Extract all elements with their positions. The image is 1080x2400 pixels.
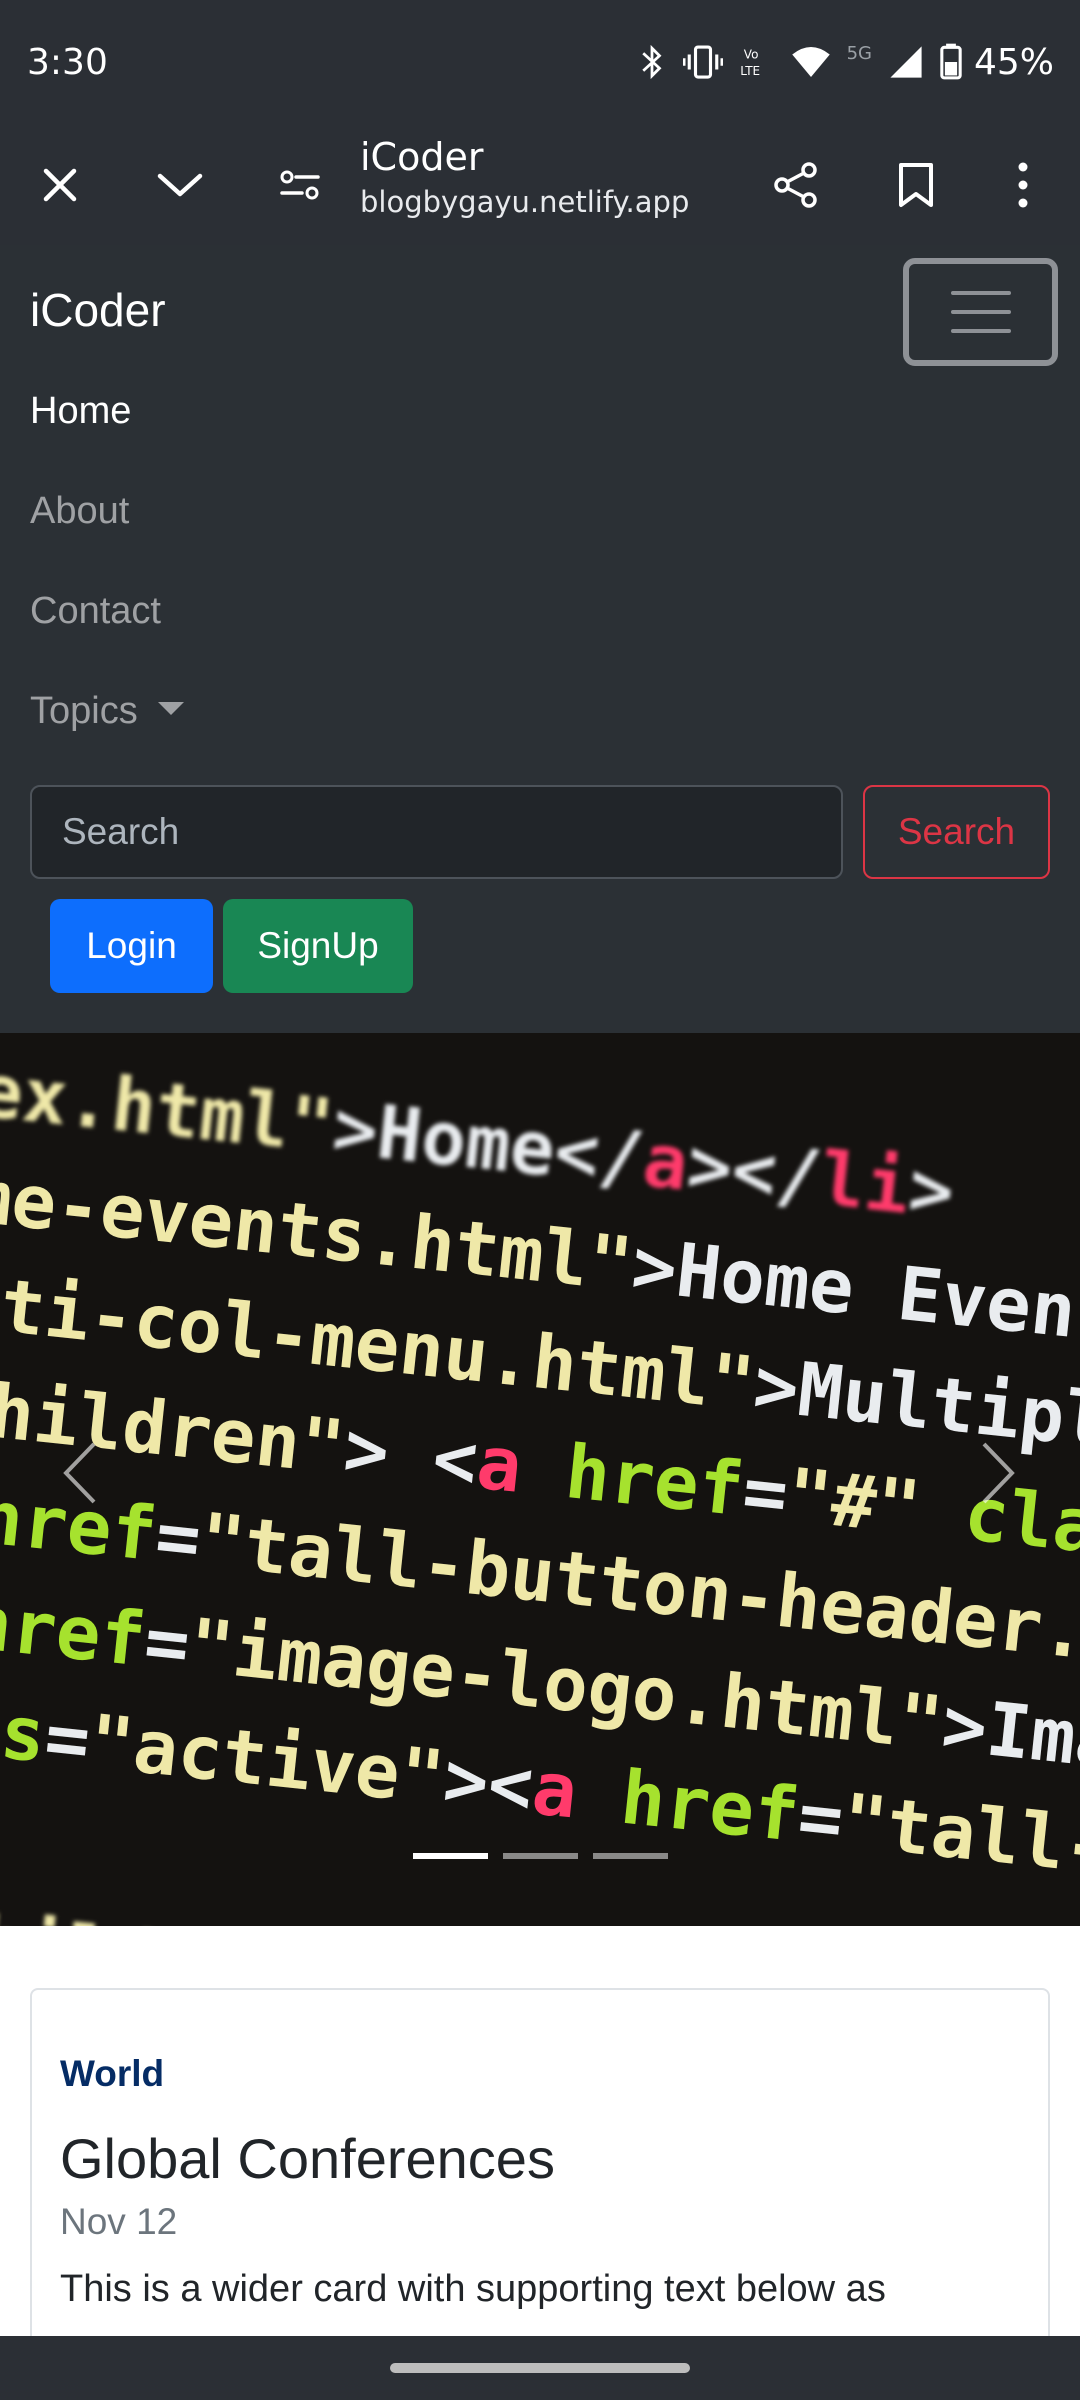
more-vert-icon <box>1018 162 1028 208</box>
nav-link-home[interactable]: Home <box>30 390 131 433</box>
bookmark-icon <box>899 163 933 207</box>
volte-icon: Vo LTE <box>740 47 760 78</box>
site-settings-icon <box>280 170 320 200</box>
navbar-toggler-button[interactable] <box>903 258 1058 366</box>
nav-dropdown-topics[interactable]: Topics <box>30 690 184 733</box>
chevron-right-icon <box>982 1442 1015 1504</box>
browser-toolbar: iCoder blogbygayu.netlify.app <box>0 125 1080 245</box>
navbar-brand[interactable]: iCoder <box>30 283 166 337</box>
signup-button[interactable]: SignUp <box>223 899 413 993</box>
network-type-label: 5G <box>846 42 872 64</box>
status-bar: 3:30 Vo LTE 5G 45% <box>0 0 1080 125</box>
nav-link-contact[interactable]: Contact <box>30 590 161 633</box>
navigation-bar <box>0 2336 1080 2400</box>
close-tab-button[interactable] <box>24 149 96 221</box>
code-screenshot-image: dex.html">Home</a></li> ome-events.html">… <box>0 1033 1080 1926</box>
search-button[interactable]: Search <box>863 785 1050 879</box>
vibrate-icon <box>682 45 723 79</box>
search-input[interactable] <box>30 785 843 879</box>
chevron-left-icon <box>63 1442 96 1504</box>
chevron-down-icon <box>157 173 203 197</box>
caret-down-icon <box>157 702 184 716</box>
status-icons: Vo LTE 5G 45% <box>637 40 1054 84</box>
share-icon <box>774 162 817 208</box>
carousel-prev-button[interactable] <box>40 1433 120 1513</box>
battery-icon <box>940 43 962 80</box>
wifi-icon <box>791 47 830 77</box>
signal-icon <box>890 46 922 78</box>
nav-link-about[interactable]: About <box>30 490 129 533</box>
nav-dropdown-label: Topics <box>30 690 138 732</box>
carousel-next-button[interactable] <box>958 1433 1038 1513</box>
card-category: World <box>60 2053 165 2094</box>
more-options-button[interactable] <box>987 149 1059 221</box>
status-time: 3:30 <box>27 42 108 83</box>
main-content: World Global Conferences Nov 12 This is … <box>0 1926 1080 2388</box>
bookmark-button[interactable] <box>880 149 952 221</box>
site-settings-button[interactable] <box>264 149 336 221</box>
image-carousel[interactable]: dex.html">Home</a></li> ome-events.html">… <box>0 1033 1080 1926</box>
carousel-indicators <box>413 1853 668 1859</box>
share-button[interactable] <box>760 149 832 221</box>
login-button[interactable]: Login <box>50 899 213 993</box>
hamburger-icon-bar <box>950 310 1011 314</box>
svg-text:Vo: Vo <box>743 47 758 61</box>
minimize-tab-button[interactable] <box>144 149 216 221</box>
card-date: Nov 12 <box>60 2201 178 2242</box>
site-navbar: iCoder Home About Contact Topics Search … <box>0 245 1080 1033</box>
battery-percent: 45% <box>973 41 1054 83</box>
card-text: This is a wider card with supporting tex… <box>60 2268 886 2310</box>
carousel-indicator[interactable] <box>413 1853 488 1859</box>
bluetooth-icon <box>641 44 662 80</box>
gesture-handle[interactable] <box>390 2363 690 2373</box>
carousel-indicator[interactable] <box>503 1853 578 1859</box>
page-url[interactable]: blogbygayu.netlify.app <box>360 185 689 219</box>
hamburger-icon-bar <box>950 329 1011 333</box>
close-icon <box>43 168 77 202</box>
card-title: Global Conferences <box>60 2127 555 2190</box>
svg-text:LTE: LTE <box>740 64 760 78</box>
page-title: iCoder <box>360 135 484 179</box>
hamburger-icon-bar <box>950 291 1011 295</box>
carousel-indicator[interactable] <box>593 1853 668 1859</box>
